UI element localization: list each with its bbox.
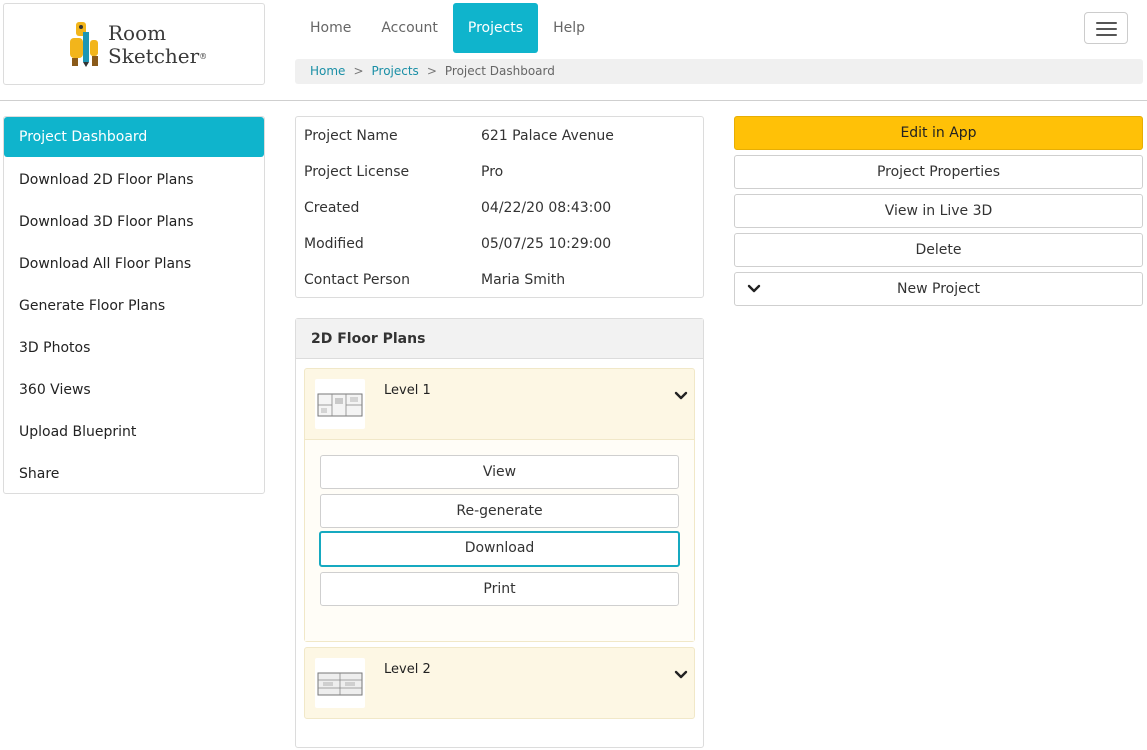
info-value: 621 Palace Avenue — [481, 128, 614, 144]
header-divider — [0, 100, 1147, 101]
sidebar-item-generate[interactable]: Generate Floor Plans — [4, 285, 264, 327]
hamburger-line — [1096, 34, 1117, 36]
project-info-panel: Project Name 621 Palace Avenue Project L… — [295, 116, 704, 298]
pencil-mascot-icon — [70, 22, 98, 67]
sidebar-item-360-views[interactable]: 360 Views — [4, 369, 264, 411]
sidebar-item-project-dashboard[interactable]: Project Dashboard — [4, 117, 264, 157]
breadcrumb: Home > Projects > Project Dashboard — [295, 59, 1143, 84]
breadcrumb-projects[interactable]: Projects — [372, 64, 419, 78]
print-button[interactable]: Print — [320, 572, 679, 606]
nav-account[interactable]: Account — [366, 3, 453, 53]
info-row: Created 04/22/20 08:43:00 — [296, 190, 703, 226]
floor-plans-title: 2D Floor Plans — [296, 319, 703, 359]
info-value: Pro — [481, 164, 504, 180]
floor-plan-thumbnail[interactable] — [315, 379, 365, 429]
breadcrumb-home[interactable]: Home — [310, 64, 345, 78]
logo-word-sketcher: Sketcher — [108, 44, 200, 68]
info-row: Project License Pro — [296, 154, 703, 190]
info-key: Contact Person — [304, 272, 410, 288]
hamburger-line — [1096, 22, 1117, 24]
floor-plans-panel: 2D Floor Plans Level 1 View Re-generate … — [295, 318, 704, 748]
logo-text: Room Sketcher® — [108, 22, 207, 68]
sidebar: Project Dashboard Download 2D Floor Plan… — [3, 116, 265, 494]
breadcrumb-separator: > — [426, 64, 437, 78]
info-value: 04/22/20 08:43:00 — [481, 200, 612, 216]
floor-plan-thumbnail[interactable] — [315, 658, 365, 708]
download-button[interactable]: Download — [319, 531, 680, 567]
sidebar-item-download-3d[interactable]: Download 3D Floor Plans — [4, 201, 264, 243]
chevron-down-icon[interactable] — [674, 389, 688, 403]
info-row: Project Name 621 Palace Avenue — [296, 118, 703, 154]
nav-help[interactable]: Help — [538, 3, 600, 53]
regenerate-button[interactable]: Re-generate — [320, 494, 679, 528]
logo-box[interactable]: Room Sketcher® — [3, 3, 265, 85]
level-2-card: Level 2 — [304, 647, 695, 719]
info-value: 05/07/25 10:29:00 — [481, 236, 612, 252]
level-1-actions: View Re-generate Download Print — [305, 439, 694, 641]
top-nav: Home Account Projects Help — [295, 3, 600, 53]
view-button[interactable]: View — [320, 455, 679, 489]
chevron-down-icon[interactable] — [674, 668, 688, 682]
breadcrumb-separator: > — [353, 64, 364, 78]
chevron-down-icon — [747, 284, 761, 293]
info-key: Modified — [304, 236, 364, 252]
new-project-label: New Project — [897, 281, 980, 297]
sidebar-item-download-2d[interactable]: Download 2D Floor Plans — [4, 159, 264, 201]
info-key: Project Name — [304, 128, 398, 144]
sidebar-item-download-all[interactable]: Download All Floor Plans — [4, 243, 264, 285]
sidebar-item-upload-blueprint[interactable]: Upload Blueprint — [4, 411, 264, 453]
edit-in-app-button[interactable]: Edit in App — [734, 116, 1143, 150]
sidebar-item-3d-photos[interactable]: 3D Photos — [4, 327, 264, 369]
nav-home[interactable]: Home — [295, 3, 366, 53]
project-properties-button[interactable]: Project Properties — [734, 155, 1143, 189]
registered-mark: ® — [199, 52, 208, 61]
roomsketcher-logo[interactable]: Room Sketcher® — [68, 20, 208, 72]
hamburger-line — [1096, 28, 1117, 30]
view-in-live-3d-button[interactable]: View in Live 3D — [734, 194, 1143, 228]
info-row: Contact Person Maria Smith — [296, 262, 703, 298]
floor-plan-image — [317, 393, 363, 417]
breadcrumb-current: Project Dashboard — [444, 64, 555, 78]
level-name: Level 2 — [384, 662, 431, 677]
nav-projects[interactable]: Projects — [452, 3, 539, 53]
info-key: Project License — [304, 164, 410, 180]
hamburger-menu-button[interactable] — [1084, 12, 1128, 44]
level-1-card: Level 1 View Re-generate Download Print — [304, 368, 695, 642]
info-value: Maria Smith — [481, 272, 566, 288]
info-key: Created — [304, 200, 360, 216]
new-project-button[interactable]: New Project — [734, 272, 1143, 306]
delete-button[interactable]: Delete — [734, 233, 1143, 267]
sidebar-item-share[interactable]: Share — [4, 453, 264, 495]
level-name: Level 1 — [384, 383, 431, 398]
info-row: Modified 05/07/25 10:29:00 — [296, 226, 703, 262]
floor-plan-image — [317, 672, 363, 696]
logo-word-room: Room — [108, 21, 167, 45]
